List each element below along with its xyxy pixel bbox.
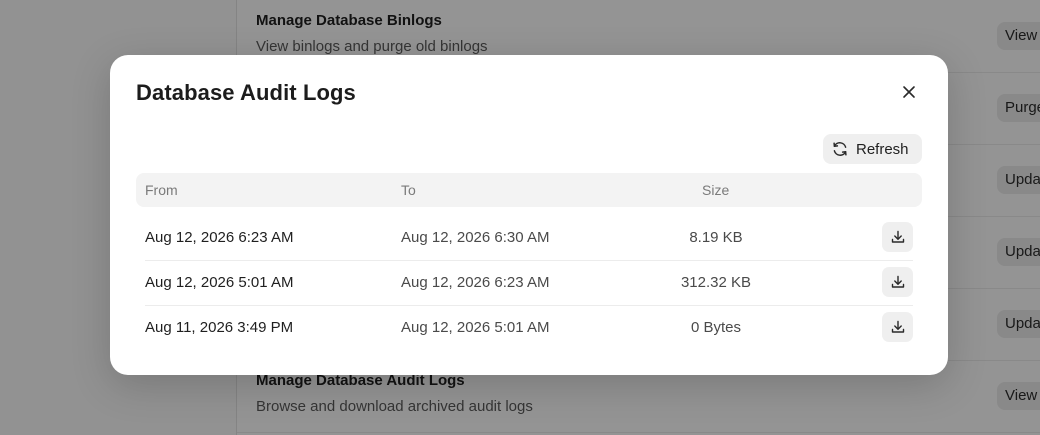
column-header-from: From [145, 182, 178, 198]
refresh-button[interactable]: Refresh [823, 134, 922, 164]
cell-from: Aug 12, 2026 6:23 AM [145, 229, 294, 246]
cell-size: 0 Bytes [690, 319, 742, 336]
column-header-size: Size [702, 182, 730, 198]
table-row: Aug 11, 2026 3:49 PM Aug 12, 2026 5:01 A… [145, 305, 913, 350]
download-icon [891, 320, 904, 333]
table-row: Aug 12, 2026 5:01 AM Aug 12, 2026 6:23 A… [145, 260, 913, 306]
download-icon [891, 230, 904, 243]
column-header-to: To [401, 182, 416, 198]
cell-from: Aug 12, 2026 5:01 AM [145, 274, 294, 291]
audit-logs-dialog: Database Audit Logs Refresh From To Size… [110, 55, 948, 375]
close-icon [903, 86, 915, 98]
cell-from: Aug 11, 2026 3:49 PM [145, 319, 294, 336]
download-button[interactable] [882, 267, 913, 297]
cell-to: Aug 12, 2026 6:23 AM [401, 274, 550, 291]
download-button[interactable] [882, 312, 913, 342]
download-icon [891, 275, 904, 288]
download-button[interactable] [882, 222, 913, 252]
dialog-title: Database Audit Logs [136, 80, 356, 105]
cell-to: Aug 12, 2026 6:30 AM [401, 229, 550, 246]
cell-size: 8.19 KB [689, 229, 743, 246]
table-row: Aug 12, 2026 6:23 AM Aug 12, 2026 6:30 A… [145, 215, 913, 261]
refresh-button-label: Refresh [856, 140, 909, 158]
cell-size: 312.32 KB [680, 274, 752, 291]
cell-to: Aug 12, 2026 5:01 AM [401, 319, 550, 336]
close-button[interactable] [898, 81, 920, 103]
refresh-icon [833, 142, 847, 156]
table-header: From To Size [136, 173, 922, 207]
